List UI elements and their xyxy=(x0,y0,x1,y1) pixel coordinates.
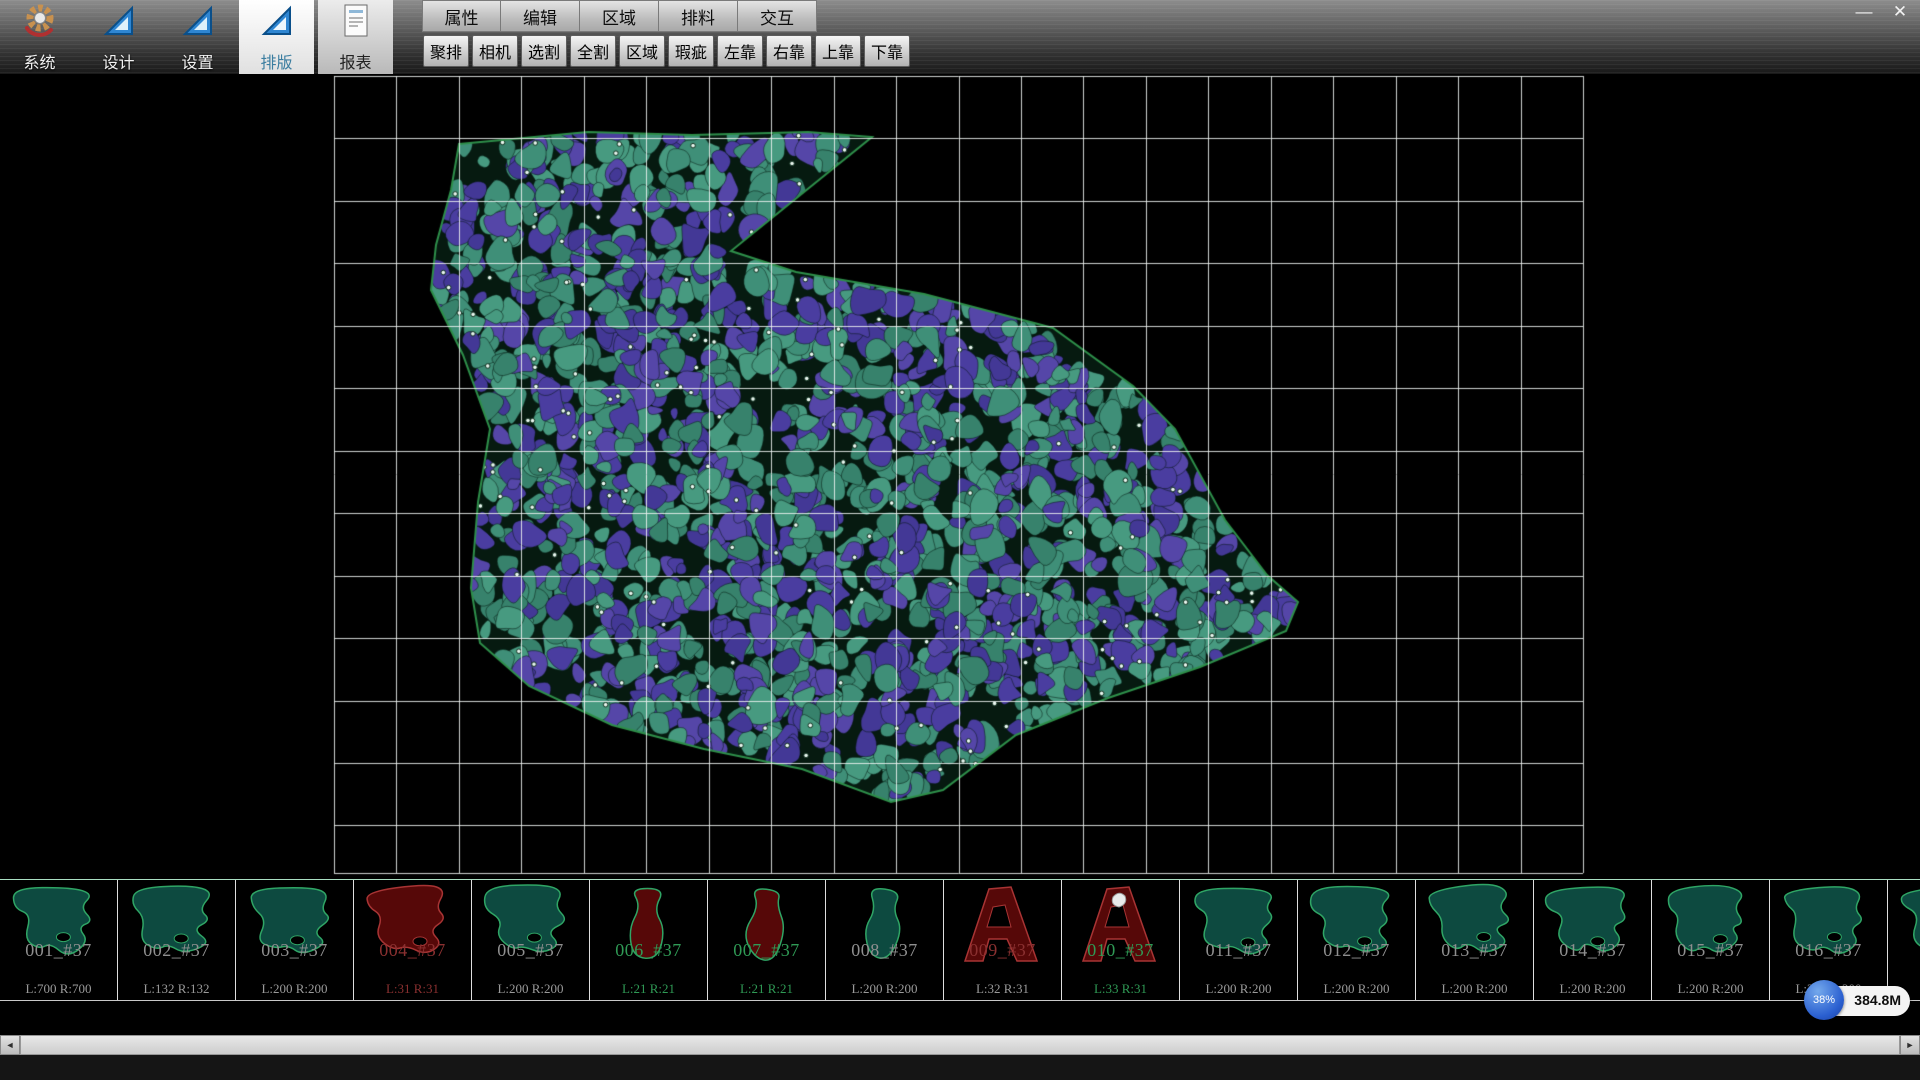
thumbnail-label: 015_#37 xyxy=(1652,940,1769,961)
thumbnail-lr-count: L:31 R:31 xyxy=(354,981,471,997)
design-triangle-icon xyxy=(99,1,139,46)
piece-thumbnail-shape xyxy=(1889,881,1920,967)
module-button-layout[interactable]: 排版 xyxy=(239,0,314,74)
action-button-bar: 聚排相机选割全割区域瑕疵左靠右靠上靠下靠 xyxy=(423,35,910,69)
menu-tab-properties[interactable]: 属性 xyxy=(422,0,501,32)
action-button-cluster-nest[interactable]: 聚排 xyxy=(423,35,469,67)
thumbnail-label: 002_#37 xyxy=(118,940,235,961)
module-button-settings[interactable]: 设置 xyxy=(160,0,235,74)
action-button-select-cut[interactable]: 选割 xyxy=(521,35,567,67)
module-button-system[interactable]: 系统 xyxy=(2,0,77,74)
thumbnail-lr-count: L:200 R:200 xyxy=(1180,981,1297,997)
thumbnail-lr-count: L:21 R:21 xyxy=(708,981,825,997)
drawing-area xyxy=(0,74,1920,879)
thumbnail-label: 011_#37 xyxy=(1180,940,1297,961)
thumbnail-label: 008_#37 xyxy=(826,940,943,961)
thumbnail-lr-count: L:200 R:200 xyxy=(1652,981,1769,997)
thumbnail-label: 012_#37 xyxy=(1298,940,1415,961)
thumbnail-label: 014_#37 xyxy=(1534,940,1651,961)
thumbnail-lr-count: L:200 R:200 xyxy=(236,981,353,997)
action-button-camera[interactable]: 相机 xyxy=(472,35,518,67)
action-button-align-right[interactable]: 右靠 xyxy=(766,35,812,67)
thumbnail-item[interactable]: 013_#37 L:200 R:200 xyxy=(1416,880,1534,1000)
menu-tab-interact[interactable]: 交互 xyxy=(738,0,817,32)
thumbnail-label: 004_#37 xyxy=(354,940,471,961)
menu-tab-region[interactable]: 区域 xyxy=(580,0,659,32)
action-button-align-bottom[interactable]: 下靠 xyxy=(864,35,910,67)
thumbnail-item[interactable] xyxy=(1888,880,1920,1000)
thumbnail-item[interactable]: 004_#37 L:31 R:31 xyxy=(354,880,472,1000)
thumbnail-item[interactable]: 009_#37 L:32 R:31 xyxy=(944,880,1062,1000)
settings-triangle-icon xyxy=(178,1,218,46)
menu-tab-edit[interactable]: 编辑 xyxy=(501,0,580,32)
thumbnail-item[interactable]: 001_#37 L:700 R:700 xyxy=(0,880,118,1000)
top-toolbar: 系统设计设置排版报表 属性编辑区域排料交互 聚排相机选割全割区域瑕疵左靠右靠上靠… xyxy=(0,0,1920,74)
memory-value: 384.8M xyxy=(1854,992,1901,1008)
action-button-align-left[interactable]: 左靠 xyxy=(717,35,763,67)
thumbnail-lr-count: L:200 R:200 xyxy=(826,981,943,997)
thumbnail-lr-count: L:200 R:200 xyxy=(1298,981,1415,997)
thumbnail-label: 009_#37 xyxy=(944,940,1061,961)
thumbnail-lr-count: L:200 R:200 xyxy=(1534,981,1651,997)
thumbnail-item[interactable]: 014_#37 L:200 R:200 xyxy=(1534,880,1652,1000)
module-label: 设计 xyxy=(102,49,134,73)
thumbnail-item[interactable]: 012_#37 L:200 R:200 xyxy=(1298,880,1416,1000)
thumbnail-lr-count: L:700 R:700 xyxy=(0,981,117,997)
thumbnail-label: 006_#37 xyxy=(590,940,707,961)
window-controls: — ✕ xyxy=(1852,2,1912,24)
menu-tab-bar: 属性编辑区域排料交互 xyxy=(422,0,817,32)
thumbnail-item[interactable]: 008_#37 L:200 R:200 xyxy=(826,880,944,1000)
horizontal-scrollbar[interactable]: ◄ ► xyxy=(0,1035,1920,1055)
module-label: 系统 xyxy=(23,49,55,73)
thumbnail-label: 013_#37 xyxy=(1416,940,1533,961)
thumbnail-item[interactable]: 007_#37 L:21 R:21 xyxy=(708,880,826,1000)
close-button[interactable]: ✕ xyxy=(1888,2,1912,24)
module-button-report[interactable]: 报表 xyxy=(318,0,393,74)
thumbnail-lr-count: L:33 R:31 xyxy=(1062,981,1179,997)
module-label: 排版 xyxy=(260,49,292,73)
thumbnail-lr-count: L:32 R:31 xyxy=(944,981,1061,997)
scroll-right-arrow[interactable]: ► xyxy=(1900,1035,1920,1055)
module-button-design[interactable]: 设计 xyxy=(81,0,156,74)
module-label: 设置 xyxy=(181,49,213,73)
minimize-button[interactable]: — xyxy=(1852,2,1876,24)
nesting-canvas[interactable] xyxy=(0,74,1920,879)
thumbnail-lr-count: L:200 R:200 xyxy=(1416,981,1533,997)
thumbnail-label: 005_#37 xyxy=(472,940,589,961)
thumbnail-label: 001_#37 xyxy=(0,940,117,961)
scroll-left-arrow[interactable]: ◄ xyxy=(0,1035,20,1055)
thumbnail-item[interactable]: 005_#37 L:200 R:200 xyxy=(472,880,590,1000)
action-button-align-top[interactable]: 上靠 xyxy=(815,35,861,67)
thumbnail-item[interactable]: 010_#37 L:33 R:31 xyxy=(1062,880,1180,1000)
thumbnail-lr-count: L:132 R:132 xyxy=(118,981,235,997)
layout-triangle-icon xyxy=(257,1,297,46)
thumbnail-item[interactable]: 002_#37 L:132 R:132 xyxy=(118,880,236,1000)
menu-tab-nesting[interactable]: 排料 xyxy=(659,0,738,32)
thumbnail-strip: 001_#37L:700 R:700002_#37L:132 R:132003_… xyxy=(0,879,1920,1001)
bottom-filler xyxy=(0,1055,1920,1080)
thumbnail-lr-count: L:200 R:200 xyxy=(472,981,589,997)
gear-icon xyxy=(20,1,60,46)
action-button-cut-all[interactable]: 全割 xyxy=(570,35,616,67)
thumbnail-label: 010_#37 xyxy=(1062,940,1179,961)
thumbnail-item[interactable]: 003_#37 L:200 R:200 xyxy=(236,880,354,1000)
action-button-region[interactable]: 区域 xyxy=(619,35,665,67)
thumbnail-lr-count: L:21 R:21 xyxy=(590,981,707,997)
scrollbar-thumb[interactable] xyxy=(20,1035,1900,1055)
thumbnail-label: 016_#37 xyxy=(1770,940,1887,961)
thumbnail-item[interactable]: 015_#37 L:200 R:200 xyxy=(1652,880,1770,1000)
thumbnail-item[interactable]: 011_#37 L:200 R:200 xyxy=(1180,880,1298,1000)
module-bar: 系统 设计 设置 排版 报表 xyxy=(2,0,397,74)
progress-badge: 38% xyxy=(1804,980,1844,1020)
action-button-defect[interactable]: 瑕疵 xyxy=(668,35,714,67)
report-icon xyxy=(336,1,376,46)
thumbnail-label: 007_#37 xyxy=(708,940,825,961)
module-label: 报表 xyxy=(339,49,371,73)
thumbnail-label: 003_#37 xyxy=(236,940,353,961)
thumbnail-item[interactable]: 006_#37 L:21 R:21 xyxy=(590,880,708,1000)
